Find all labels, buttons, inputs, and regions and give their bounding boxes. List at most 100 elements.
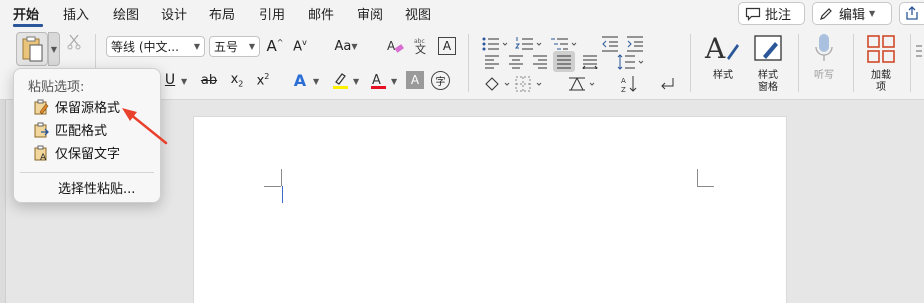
comment-icon [745, 7, 761, 21]
change-case-button[interactable]: Aa ▼ [331, 36, 361, 56]
svg-text:A: A [621, 77, 626, 85]
asian-layout-icon [569, 77, 595, 91]
clear-formatting-button[interactable]: A [385, 36, 405, 56]
scissors-icon [67, 34, 81, 50]
grow-font-button[interactable]: A^ [265, 36, 285, 56]
crop-mark-top-right [697, 169, 698, 186]
increase-indent-icon [627, 36, 643, 52]
numbered-list-icon [515, 37, 542, 50]
font-size-value: 五号 [214, 40, 239, 54]
character-border-button[interactable]: A [438, 37, 456, 55]
styles-icon: A [704, 32, 739, 64]
asian-layout-button[interactable] [567, 74, 597, 94]
tab-home[interactable]: 开始 [13, 4, 39, 23]
chevron-down-icon: ▼ [181, 77, 188, 86]
align-center-icon [509, 55, 523, 69]
tab-review[interactable]: 审阅 [357, 4, 383, 23]
shrink-font-icon: Av [293, 37, 307, 55]
comments-button-label: 批注 [765, 8, 792, 23]
chevron-down-icon: ▼ [391, 77, 398, 86]
svg-text:A: A [372, 73, 381, 88]
decrease-indent-icon [602, 36, 618, 52]
styles-pane-label: 样式 窗格 [758, 70, 778, 93]
show-marks-button[interactable] [656, 74, 678, 94]
ribbon-tab-bar: 开始 插入 绘图 设计 布局 引用 邮件 审阅 视图 批注 编辑 ▼ [0, 0, 924, 28]
borders-button[interactable] [514, 74, 544, 94]
pencil-icon [820, 7, 832, 20]
superscript-icon: x2 [256, 71, 270, 89]
tab-references[interactable]: 引用 [259, 4, 285, 23]
enclose-characters-button[interactable]: 字 [431, 71, 450, 90]
keep-text-only-item[interactable]: A 仅保留文字 [14, 142, 160, 163]
comments-button[interactable]: 批注 [738, 2, 805, 25]
paste-special-item[interactable]: 选择性粘贴... [14, 177, 160, 198]
clear-formatting-icon: A [387, 39, 404, 53]
paste-options-title: 粘贴选项: [28, 80, 85, 95]
align-center-button[interactable] [506, 52, 526, 72]
cut-button[interactable] [64, 32, 84, 52]
highlighter-icon [333, 73, 348, 89]
paste-special-label: 选择性粘贴... [58, 182, 136, 197]
paste-dropdown-button[interactable]: ▼ [48, 32, 60, 66]
increase-indent-button[interactable] [625, 34, 645, 54]
ribbon-more-button[interactable] [914, 42, 924, 62]
sort-button[interactable]: AZ [618, 74, 640, 94]
document-page[interactable] [193, 116, 787, 303]
text-effects-icon: A [293, 70, 307, 90]
phonetic-guide-button[interactable]: abc 文 [411, 36, 433, 56]
font-size-combo[interactable]: 五号 ▼ [209, 36, 260, 57]
font-color-button[interactable]: A [368, 70, 388, 90]
underline-button[interactable]: U [161, 70, 179, 90]
addins-button[interactable] [865, 34, 897, 64]
paste-match-format-icon [34, 122, 49, 137]
match-formatting-item[interactable]: 匹配格式 [14, 119, 160, 140]
line-spacing-button[interactable] [616, 52, 648, 72]
share-button[interactable] [899, 2, 924, 25]
styles-gallery-button[interactable]: A [700, 32, 744, 64]
ribbon-separator [853, 34, 854, 92]
superscript-button[interactable]: x2 [254, 70, 272, 90]
crop-mark-top-left [281, 169, 282, 186]
tab-design[interactable]: 设计 [161, 4, 187, 23]
character-border-icon: A [442, 39, 452, 53]
distributed-button[interactable] [580, 52, 600, 72]
paste-button[interactable] [16, 32, 48, 66]
chevron-down-icon: ▼ [193, 42, 200, 51]
font-color-icon: A [371, 73, 386, 89]
justify-button[interactable] [553, 51, 575, 72]
bullets-button[interactable] [480, 34, 510, 54]
svg-text:A: A [704, 32, 726, 64]
shading-button[interactable] [482, 74, 512, 94]
shrink-font-button[interactable]: Av [290, 36, 310, 56]
styles-pane-button[interactable] [752, 32, 786, 64]
editing-button[interactable]: 编辑 ▼ [812, 2, 892, 25]
tab-mailings[interactable]: 邮件 [308, 4, 334, 23]
keep-source-formatting-item[interactable]: 保留源格式 [14, 96, 160, 117]
subscript-icon: x2 [230, 71, 244, 89]
align-right-icon [533, 55, 547, 69]
character-shading-icon: A [410, 73, 420, 87]
paste-text-only-icon: A [34, 145, 47, 161]
tab-insert[interactable]: 插入 [63, 4, 89, 23]
tab-layout[interactable]: 布局 [209, 4, 235, 23]
strikethrough-button[interactable]: ab [199, 70, 219, 90]
microphone-icon [815, 34, 833, 61]
align-right-button[interactable] [530, 52, 550, 72]
character-shading-button[interactable]: A [406, 71, 424, 89]
chevron-down-icon: ▼ [351, 41, 358, 51]
tab-view[interactable]: 视图 [405, 4, 431, 23]
text-effects-button[interactable]: A [290, 70, 310, 90]
dictate-label: 听写 [814, 70, 834, 81]
numbering-button[interactable] [514, 34, 544, 54]
crop-mark-top-right [697, 186, 714, 187]
subscript-button[interactable]: x2 [228, 70, 246, 90]
decrease-indent-button[interactable] [600, 34, 620, 54]
paste-keep-source-icon [34, 99, 49, 114]
tab-draw[interactable]: 绘图 [113, 4, 139, 23]
highlight-button[interactable] [330, 70, 350, 90]
chevron-down-icon: ▼ [353, 77, 360, 86]
font-name-combo[interactable]: 等线 (中文... ▼ [106, 36, 205, 57]
svg-text:A: A [387, 39, 396, 53]
align-left-button[interactable] [482, 52, 502, 72]
crop-mark-top-left [264, 186, 281, 187]
